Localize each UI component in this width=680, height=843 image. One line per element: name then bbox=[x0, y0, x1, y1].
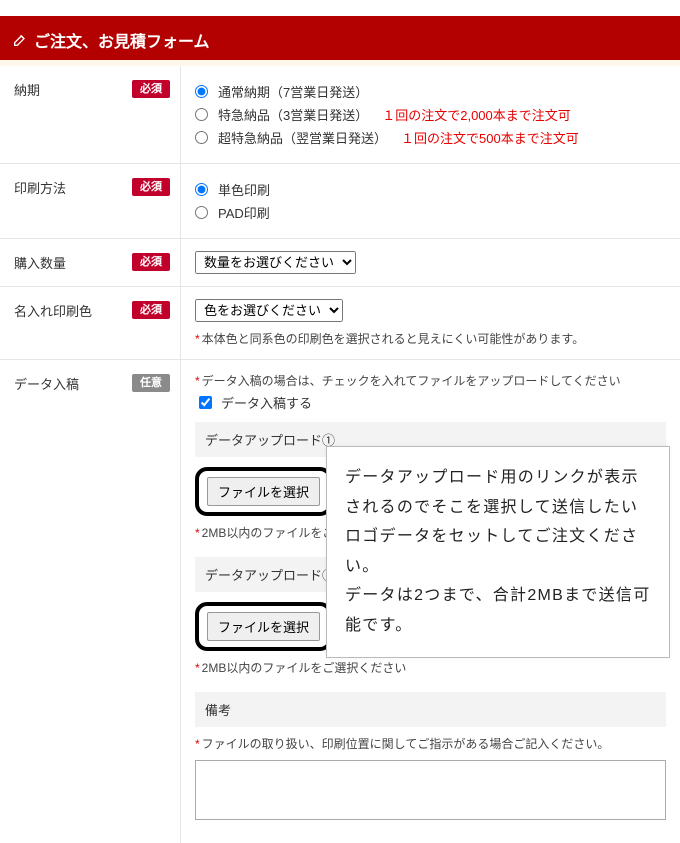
upload2-highlight: ファイルを選択 bbox=[195, 602, 332, 651]
print-method-label: 印刷方法 bbox=[14, 178, 66, 197]
upload1-highlight: ファイルを選択 bbox=[195, 467, 332, 516]
data-submit-help: *データ入稿の場合は、チェックを入れてファイルをアップロードしてください bbox=[195, 372, 666, 389]
form-title: ご注文、お見積フォーム bbox=[34, 28, 210, 52]
row-delivery: 納期 必須 通常納期（7営業日発送） 特急納品（3営業日発送） １回の注文で2,… bbox=[0, 66, 680, 164]
upload1-file-button[interactable]: ファイルを選択 bbox=[207, 477, 320, 506]
quantity-select[interactable]: 数量をお選びください bbox=[195, 251, 356, 274]
print-method-radio-single[interactable] bbox=[195, 183, 208, 196]
row-print-color: 名入れ印刷色 必須 色をお選びください *本体色と同系色の印刷色を選択されると見… bbox=[0, 287, 680, 360]
form-header: ご注文、お見積フォーム bbox=[0, 20, 680, 60]
data-submit-checkbox[interactable] bbox=[199, 396, 212, 409]
required-badge: 必須 bbox=[132, 80, 170, 98]
asterisk-icon: * bbox=[195, 332, 200, 346]
top-accent-bar bbox=[0, 0, 680, 20]
upload2-file-limit: *2MB以内のファイルをご選択ください bbox=[195, 659, 666, 676]
delivery-option-superexpress[interactable]: 超特急納品（翌営業日発送） １回の注文で500本まで注文可 bbox=[195, 128, 666, 147]
data-submit-checkbox-label: データ入稿する bbox=[221, 393, 312, 412]
delivery-radio-express[interactable] bbox=[195, 108, 208, 121]
required-badge: 必須 bbox=[132, 253, 170, 271]
print-color-label: 名入れ印刷色 bbox=[14, 301, 92, 320]
delivery-opt3-text: 超特急納品（翌営業日発送） bbox=[218, 128, 387, 147]
print-color-help: *本体色と同系色の印刷色を選択されると見えにくい可能性があります。 bbox=[195, 330, 666, 347]
remarks-textarea[interactable] bbox=[195, 760, 666, 820]
delivery-radio-superexpress[interactable] bbox=[195, 131, 208, 144]
print-method-option-single[interactable]: 単色印刷 bbox=[195, 180, 666, 199]
delivery-option-normal[interactable]: 通常納期（7営業日発送） bbox=[195, 82, 666, 101]
row-quantity: 購入数量 必須 数量をお選びください bbox=[0, 239, 680, 287]
row-print-method: 印刷方法 必須 単色印刷 PAD印刷 bbox=[0, 164, 680, 239]
delivery-radio-normal[interactable] bbox=[195, 85, 208, 98]
quantity-label: 購入数量 bbox=[14, 253, 66, 272]
upload2-file-button[interactable]: ファイルを選択 bbox=[207, 612, 320, 641]
tooltip-text: データアップロード用のリンクが表示されるのでそこを選択して送信したいロゴデータを… bbox=[345, 469, 650, 634]
delivery-opt2-note: １回の注文で2,000本まで注文可 bbox=[382, 105, 571, 124]
asterisk-icon: * bbox=[195, 737, 200, 751]
required-badge: 必須 bbox=[132, 301, 170, 319]
data-submit-label: データ入稿 bbox=[14, 374, 79, 393]
asterisk-icon: * bbox=[195, 374, 200, 388]
print-method-opt1-text: 単色印刷 bbox=[218, 180, 270, 199]
asterisk-icon: * bbox=[195, 661, 200, 675]
optional-badge: 任意 bbox=[132, 374, 170, 392]
print-color-select[interactable]: 色をお選びください bbox=[195, 299, 343, 322]
remarks-help: *ファイルの取り扱い、印刷位置に関してご指示がある場合ご記入ください。 bbox=[195, 735, 666, 752]
asterisk-icon: * bbox=[195, 526, 200, 540]
delivery-opt2-text: 特急納品（3営業日発送） bbox=[218, 105, 368, 124]
upload-help-tooltip: データアップロード用のリンクが表示されるのでそこを選択して送信したいロゴデータを… bbox=[326, 446, 670, 658]
delivery-option-express[interactable]: 特急納品（3営業日発送） １回の注文で2,000本まで注文可 bbox=[195, 105, 666, 124]
edit-icon bbox=[12, 32, 28, 48]
delivery-opt3-note: １回の注文で500本まで注文可 bbox=[401, 128, 579, 147]
data-submit-checkbox-wrap[interactable]: データ入稿する bbox=[195, 393, 666, 412]
required-badge: 必須 bbox=[132, 178, 170, 196]
delivery-opt1-text: 通常納期（7営業日発送） bbox=[218, 82, 368, 101]
print-method-option-pad[interactable]: PAD印刷 bbox=[195, 203, 666, 222]
remarks-heading: 備考 bbox=[195, 692, 666, 727]
print-method-radio-pad[interactable] bbox=[195, 206, 208, 219]
print-method-opt2-text: PAD印刷 bbox=[218, 203, 270, 222]
delivery-label: 納期 bbox=[14, 80, 40, 99]
